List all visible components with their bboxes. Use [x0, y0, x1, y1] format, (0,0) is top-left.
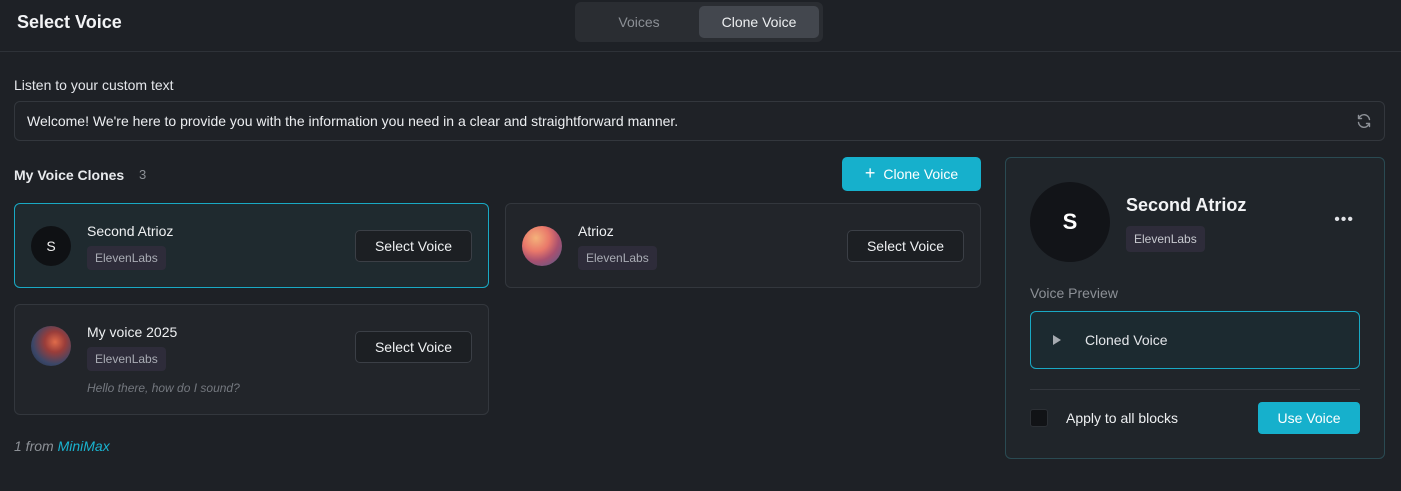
avatar — [522, 226, 562, 266]
voice-name: My voice 2025 — [87, 324, 178, 340]
clone-voice-button[interactable]: + Clone Voice — [842, 157, 981, 191]
page-title: Select Voice — [17, 12, 122, 32]
voice-sample-text: Hello there, how do I sound? — [87, 381, 240, 395]
select-voice-button[interactable]: Select Voice — [847, 230, 964, 262]
divider — [1030, 389, 1360, 390]
voice-name: Atrioz — [578, 223, 614, 239]
apply-all-label: Apply to all blocks — [1066, 410, 1179, 426]
voice-name: Second Atrioz — [87, 223, 174, 239]
plus-icon: + — [864, 163, 876, 183]
voice-preview-label: Voice Preview — [1030, 285, 1118, 301]
minimax-link[interactable]: MiniMax — [58, 438, 110, 454]
voice-card-my-voice-2025[interactable]: My voice 2025 ElevenLabs Hello there, ho… — [14, 304, 489, 415]
header: Select Voice Voices Clone Voice — [0, 0, 1401, 52]
voice-clones-count: 3 — [139, 167, 147, 182]
provider-badge: ElevenLabs — [578, 246, 657, 270]
avatar — [31, 326, 71, 366]
tab-voices[interactable]: Voices — [579, 6, 699, 38]
avatar: S — [1030, 182, 1110, 262]
avatar: S — [31, 226, 71, 266]
custom-text-input[interactable] — [27, 113, 1344, 129]
custom-text-label: Listen to your custom text — [14, 77, 174, 93]
voice-card-atrioz[interactable]: Atrioz ElevenLabs Select Voice — [505, 203, 981, 288]
clone-voice-button-label: Clone Voice — [883, 166, 959, 182]
ellipsis-icon[interactable]: ••• — [1334, 212, 1354, 228]
provider-source-line: 1 from MiniMax — [14, 438, 110, 454]
source-prefix: 1 from — [14, 438, 54, 454]
voice-card-second-atrioz[interactable]: S Second Atrioz ElevenLabs Select Voice — [14, 203, 489, 288]
voice-preview-player[interactable]: Cloned Voice — [1030, 311, 1360, 369]
selected-voice-name: Second Atrioz — [1126, 195, 1247, 215]
provider-badge: ElevenLabs — [87, 246, 166, 270]
provider-badge: ElevenLabs — [1126, 226, 1205, 252]
use-voice-button[interactable]: Use Voice — [1258, 402, 1360, 434]
tab-clone-voice[interactable]: Clone Voice — [699, 6, 819, 38]
play-icon[interactable] — [1053, 335, 1061, 345]
voice-clones-heading: My Voice Clones — [14, 167, 125, 183]
apply-all-checkbox[interactable] — [1030, 409, 1048, 427]
custom-text-field — [14, 101, 1385, 141]
refresh-icon[interactable] — [1356, 113, 1372, 129]
preview-title: Cloned Voice — [1085, 332, 1168, 348]
select-voice-button[interactable]: Select Voice — [355, 230, 472, 262]
voice-detail-panel: S Second Atrioz ElevenLabs ••• Voice Pre… — [1005, 157, 1385, 459]
provider-badge: ElevenLabs — [87, 347, 166, 371]
select-voice-button[interactable]: Select Voice — [355, 331, 472, 363]
voice-tabs: Voices Clone Voice — [575, 2, 823, 42]
